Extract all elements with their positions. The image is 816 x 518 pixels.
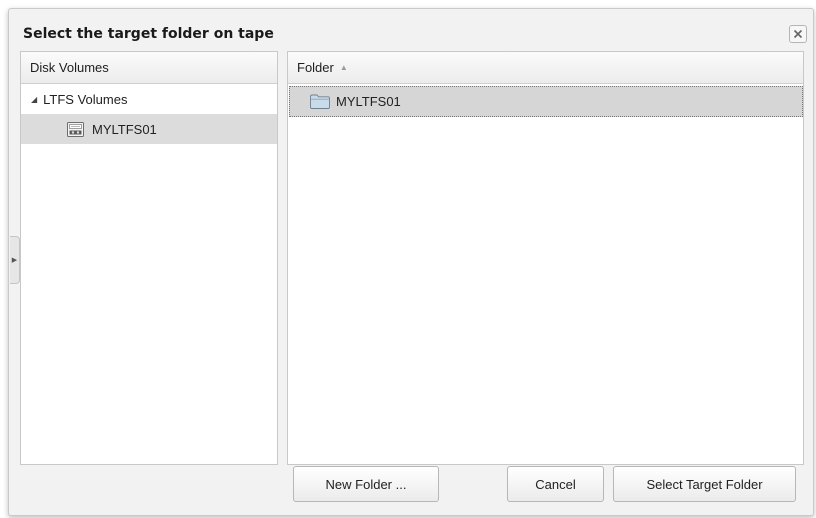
tree-node-ltfs-volumes[interactable]: ◢ LTFS Volumes xyxy=(21,84,277,114)
tree-node-myltfs01[interactable]: MYLTFS01 xyxy=(21,114,277,144)
tree-node-label: MYLTFS01 xyxy=(92,121,157,137)
close-icon xyxy=(793,29,803,39)
panel-collapse-handle[interactable]: ▶ xyxy=(10,236,20,284)
expanded-triangle-icon[interactable]: ◢ xyxy=(31,95,37,104)
folder-panel: Folder ▲ MYLTFS01 xyxy=(287,51,804,465)
dialog-title: Select the target folder on tape xyxy=(23,26,274,42)
caret-right-icon: ▶ xyxy=(11,257,18,264)
select-target-folder-button[interactable]: Select Target Folder xyxy=(613,466,796,502)
disk-volumes-panel: Disk Volumes ◢ LTFS Volumes MYLTFS01 xyxy=(20,51,278,465)
folder-row[interactable]: MYLTFS01 xyxy=(289,86,803,117)
folder-header-label: Folder xyxy=(297,60,334,75)
close-button[interactable] xyxy=(789,25,807,43)
folder-column-header[interactable]: Folder ▲ xyxy=(288,52,803,84)
disk-volumes-header[interactable]: Disk Volumes xyxy=(21,52,277,84)
sort-ascending-icon: ▲ xyxy=(339,63,348,72)
folder-row-label: MYLTFS01 xyxy=(336,94,401,109)
tree-node-label: LTFS Volumes xyxy=(43,91,128,107)
tape-volume-icon xyxy=(67,121,84,137)
new-folder-button[interactable]: New Folder ... xyxy=(293,466,439,502)
cancel-button[interactable]: Cancel xyxy=(507,466,604,502)
disk-volumes-header-label: Disk Volumes xyxy=(30,60,109,75)
folder-icon xyxy=(310,94,330,109)
